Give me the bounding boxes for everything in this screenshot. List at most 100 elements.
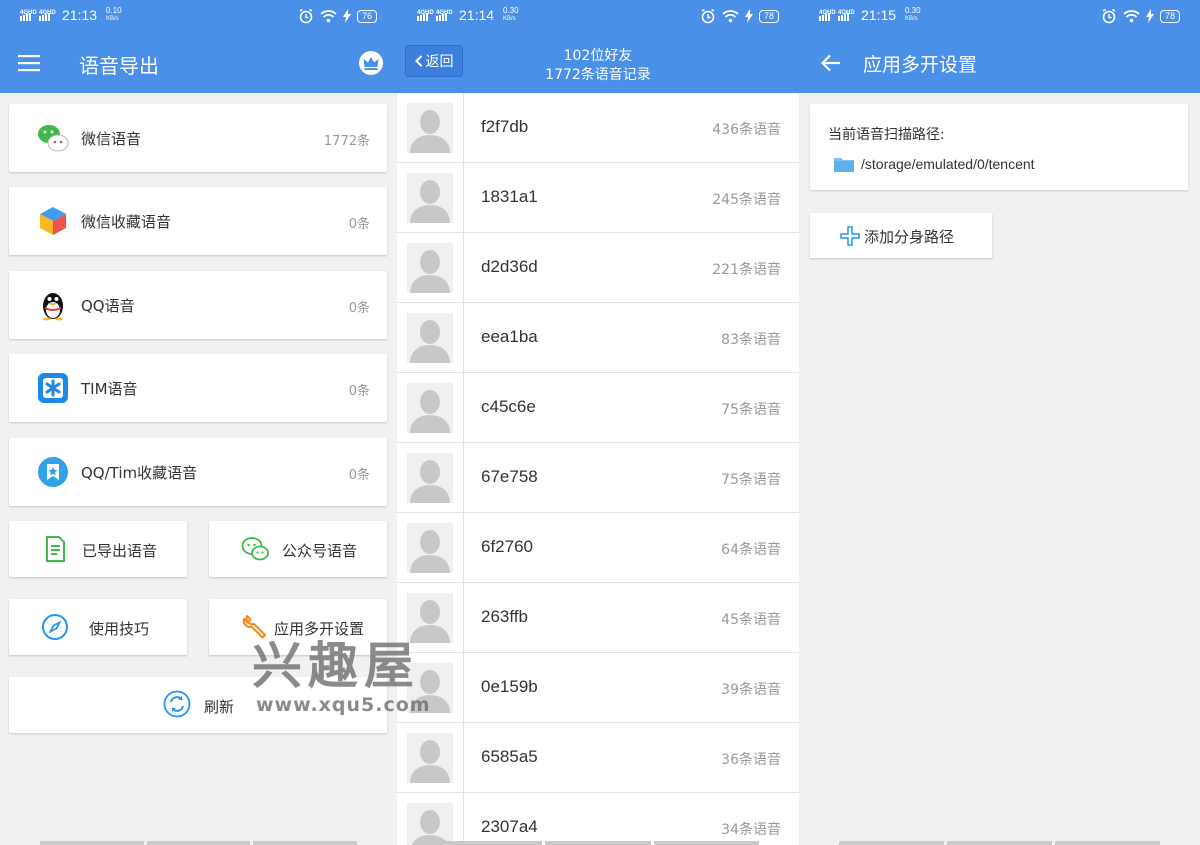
default-avatar-icon	[407, 312, 453, 363]
multi-app-settings-button[interactable]: 应用多开设置	[209, 599, 387, 655]
friend-row[interactable]: 0e159b 39条语音	[397, 653, 799, 723]
friend-row[interactable]: 263ffb 45条语音	[397, 583, 799, 653]
official-account-voice-button[interactable]: 公众号语音	[209, 521, 387, 577]
friend-row[interactable]: 2307a4 34条语音	[397, 793, 799, 845]
svg-text:4GHD: 4GHD	[417, 10, 434, 16]
nav-strip	[0, 841, 397, 845]
status-time: 21:13	[62, 7, 98, 23]
add-clone-path-button[interactable]: 添加分身路径	[810, 213, 992, 258]
friend-name: 6585a5	[481, 747, 538, 766]
voice-count: 45条语音	[721, 612, 781, 628]
battery-level: 78	[1159, 9, 1180, 23]
friend-name: 0e159b	[481, 677, 538, 696]
status-right: 76	[298, 8, 377, 24]
signal-bars-icon: 4GHD 4GHD	[20, 10, 56, 21]
wechat-outline-icon	[241, 537, 269, 561]
tim-voice-card[interactable]: TIM语音 0条	[9, 354, 387, 422]
friend-name: 1831a1	[481, 187, 538, 206]
status-speed: 0.30 KB/s	[905, 6, 921, 23]
wifi-icon	[1123, 10, 1140, 23]
card-label: TIM语音	[81, 380, 138, 398]
voice-count: 34条语音	[721, 822, 781, 838]
scan-path-card: 当前语音扫描路径: /storage/emulated/0/tencent	[810, 104, 1188, 190]
alarm-icon	[299, 8, 313, 24]
svg-text:4GHD: 4GHD	[39, 10, 56, 16]
friend-name: 67e758	[481, 467, 538, 486]
status-time: 21:14	[459, 7, 495, 23]
svg-text:4GHD: 4GHD	[819, 10, 836, 16]
friend-row[interactable]: eea1ba 83条语音	[397, 303, 799, 373]
friend-row[interactable]: f2f7db 436条语音	[397, 93, 799, 163]
voice-count: 64条语音	[721, 542, 781, 558]
app-bar: 4GHD 4GHD 21:15 0.30 KB/s 78 应用多开设置	[799, 0, 1200, 93]
hamburger-icon[interactable]	[18, 54, 40, 72]
charging-icon	[342, 9, 351, 23]
star-badge-icon	[38, 457, 68, 487]
default-avatar-icon	[407, 592, 453, 643]
button-label: 刷新	[204, 698, 235, 716]
tim-icon	[38, 373, 68, 403]
voice-count: 245条语音	[712, 192, 781, 208]
voice-count: 75条语音	[721, 472, 781, 488]
plus-icon	[840, 226, 860, 246]
signal-bars-icon: 4GHD 4GHD	[417, 10, 453, 21]
multi-app-settings-screen: 4GHD 4GHD 21:15 0.30 KB/s 78 应用多开设置 当前语音扫…	[799, 0, 1200, 845]
svg-text:4GHD: 4GHD	[20, 10, 37, 16]
compass-icon	[42, 614, 68, 640]
arrow-left-icon[interactable]	[821, 54, 841, 72]
refresh-button[interactable]: 刷新	[9, 677, 387, 733]
friend-list[interactable]: f2f7db 436条语音 1831a1 245条语音 d2d36d 221条语音 eea1…	[397, 93, 799, 845]
nav-strip	[397, 841, 799, 845]
status-right: 78	[700, 8, 779, 24]
wechat-favorite-voice-card[interactable]: 微信收藏语音 0条	[9, 187, 387, 255]
crown-icon[interactable]	[358, 50, 384, 76]
qq-voice-card[interactable]: QQ语音 0条	[9, 271, 387, 339]
app-bar: 4GHD 4GHD 21:14 0.30 KB/s 78 102位好友 1772条…	[397, 0, 799, 93]
alarm-icon	[1102, 8, 1116, 24]
friend-name: 263ffb	[481, 607, 528, 626]
qq-tim-favorite-voice-card[interactable]: QQ/Tim收藏语音 0条	[9, 438, 387, 506]
qq-penguin-icon	[43, 293, 63, 321]
avatar	[397, 793, 464, 845]
friend-list-screen: 4GHD 4GHD 21:14 0.30 KB/s 78 102位好友 1772条…	[397, 0, 799, 845]
button-label: 添加分身路径	[864, 228, 955, 246]
back-button[interactable]: 返回	[405, 45, 463, 77]
wifi-icon	[320, 10, 337, 23]
nav-strip	[799, 841, 1200, 845]
button-label: 应用多开设置	[274, 620, 365, 638]
wechat-voice-card[interactable]: 微信语音 1772条	[9, 104, 387, 172]
export-home-screen: 4GHD 4GHD 21:13 0.10 KB/s 76 语音导出 微信语音 17…	[0, 0, 397, 845]
friend-row[interactable]: d2d36d 221条语音	[397, 233, 799, 303]
card-label: 微信语音	[81, 130, 142, 148]
voice-count: 36条语音	[721, 752, 781, 768]
avatar	[397, 443, 464, 512]
voice-count: 75条语音	[721, 402, 781, 418]
default-avatar-icon	[407, 662, 453, 713]
friend-row[interactable]: 6585a5 36条语音	[397, 723, 799, 793]
button-label: 公众号语音	[282, 542, 358, 560]
usage-tips-button[interactable]: 使用技巧	[9, 599, 187, 655]
signal-indicator: 4GHD 4GHD	[417, 8, 455, 24]
page-title: 应用多开设置	[863, 54, 978, 76]
svg-text:4GHD: 4GHD	[838, 10, 855, 16]
card-count: 0条	[348, 217, 370, 232]
friend-name: d2d36d	[481, 257, 538, 276]
friend-row[interactable]: 6f2760 64条语音	[397, 513, 799, 583]
voice-count: 83条语音	[721, 332, 781, 348]
friend-row[interactable]: 67e758 75条语音	[397, 443, 799, 513]
status-speed: 0.30 KB/s	[503, 6, 519, 23]
avatar	[397, 723, 464, 792]
default-avatar-icon	[407, 102, 453, 153]
card-count: 0条	[348, 468, 370, 483]
avatar	[397, 93, 464, 162]
status-bar: 4GHD 4GHD 21:15 0.30 KB/s 78	[799, 0, 1200, 32]
default-avatar-icon	[407, 802, 453, 845]
signal-indicator: 4GHD 4GHD	[20, 8, 58, 24]
cube-icon	[40, 207, 66, 235]
avatar	[397, 163, 464, 232]
exported-voice-button[interactable]: 已导出语音	[9, 521, 187, 577]
friend-row[interactable]: c45c6e 75条语音	[397, 373, 799, 443]
friend-row[interactable]: 1831a1 245条语音	[397, 163, 799, 233]
status-speed: 0.10 KB/s	[106, 6, 122, 23]
friend-name: 6f2760	[481, 537, 533, 556]
